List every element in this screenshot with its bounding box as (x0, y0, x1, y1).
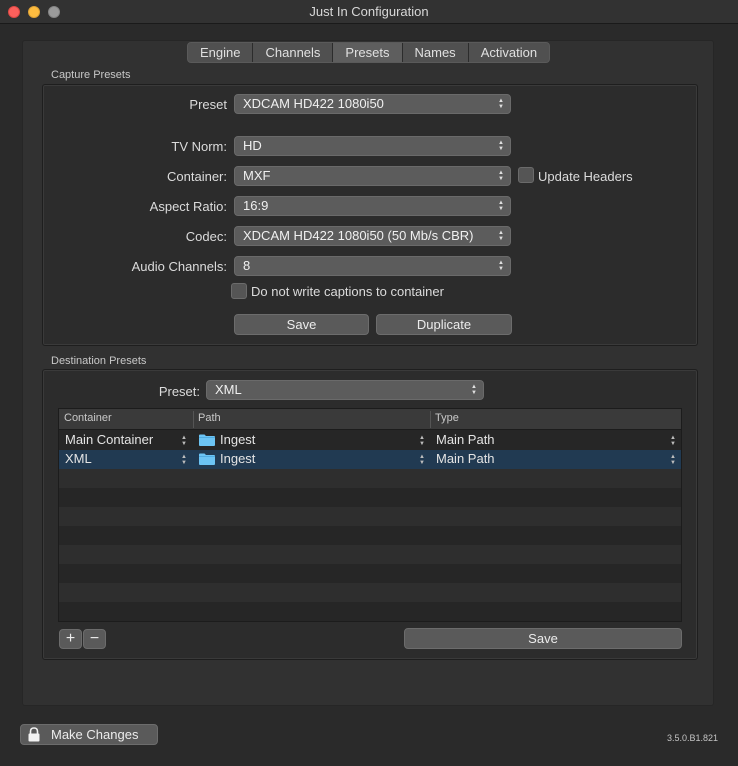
empty-row (59, 488, 681, 507)
preset-value: XDCAM HD422 1080i50 (243, 96, 384, 111)
destination-table: Container Path Type Main Container ▲ ▼ In… (58, 408, 682, 622)
empty-row (59, 545, 681, 564)
chevron-updown-icon: ▲ ▼ (670, 435, 676, 447)
chevron-updown-icon: ▲ ▼ (498, 260, 504, 272)
make-changes-button[interactable]: Make Changes (20, 724, 158, 745)
column-header-type[interactable]: Type (430, 412, 459, 424)
destination-save-button[interactable]: Save (404, 628, 682, 649)
tv-norm-value: HD (243, 138, 262, 153)
empty-row (59, 526, 681, 545)
container-cell[interactable]: Main Container (59, 432, 153, 447)
preset-popup[interactable]: XDCAM HD422 1080i50 ▲ ▼ (234, 94, 511, 114)
audio-channels-label: Audio Channels: (131, 259, 227, 274)
tv-norm-label: TV Norm: (171, 139, 227, 154)
tab-names[interactable]: Names (403, 43, 469, 62)
chevron-updown-icon: ▲ ▼ (419, 435, 425, 447)
chevron-updown-icon: ▲ ▼ (181, 454, 187, 466)
destination-preset-label: Preset: (158, 384, 200, 399)
aspect-ratio-popup[interactable]: 16:9 ▲ ▼ (234, 196, 511, 216)
make-changes-label: Make Changes (51, 727, 139, 742)
audio-channels-popup[interactable]: 8 ▲ ▼ (234, 256, 511, 276)
no-captions-label[interactable]: Do not write captions to container (251, 284, 444, 299)
destination-preset-popup[interactable]: XML ▲ ▼ (206, 380, 484, 400)
destination-preset-value: XML (215, 382, 242, 397)
empty-row (59, 602, 681, 621)
aspect-ratio-value: 16:9 (243, 198, 269, 213)
capture-presets-heading: Capture Presets (51, 69, 131, 81)
codec-popup[interactable]: XDCAM HD422 1080i50 (50 Mb/s CBR) ▲ ▼ (234, 226, 511, 246)
folder-icon (199, 434, 215, 446)
folder-icon (199, 453, 215, 465)
container-label: Container: (167, 169, 227, 184)
chevron-updown-icon: ▲ ▼ (181, 435, 187, 447)
aspect-ratio-label: Aspect Ratio: (149, 199, 227, 214)
capture-save-button[interactable]: Save (234, 314, 369, 335)
column-header-path[interactable]: Path (193, 412, 221, 424)
codec-label: Codec: (185, 229, 227, 244)
table-row[interactable]: Main Container ▲ ▼ Ingest ▲ ▼ Main Path ▲ ▼ (59, 431, 681, 450)
chevron-updown-icon: ▲ ▼ (670, 454, 676, 466)
tab-presets[interactable]: Presets (333, 43, 403, 62)
path-cell[interactable]: Ingest (214, 432, 255, 447)
empty-row (59, 564, 681, 583)
update-headers-label[interactable]: Update Headers (538, 169, 633, 184)
add-row-button[interactable]: + (59, 629, 82, 649)
tab-engine[interactable]: Engine (188, 43, 254, 62)
destination-presets-heading: Destination Presets (51, 355, 147, 367)
chevron-updown-icon: ▲ ▼ (498, 170, 504, 182)
update-headers-checkbox[interactable] (518, 167, 534, 183)
audio-channels-value: 8 (243, 258, 251, 273)
type-cell[interactable]: Main Path (430, 432, 495, 447)
type-cell[interactable]: Main Path (430, 451, 495, 466)
chevron-updown-icon: ▲ ▼ (471, 384, 477, 396)
container-value: MXF (243, 168, 271, 183)
chevron-updown-icon: ▲ ▼ (498, 230, 504, 242)
tab-channels[interactable]: Channels (253, 43, 334, 62)
empty-row (59, 469, 681, 488)
remove-row-button[interactable]: − (83, 629, 106, 649)
version-label: 3.5.0.B1.821 (666, 733, 718, 743)
title-bar: Just In Configuration (0, 0, 738, 24)
codec-value: XDCAM HD422 1080i50 (50 Mb/s CBR) (243, 228, 474, 243)
tab-bar: Engine Channels Presets Names Activation (187, 42, 551, 63)
chevron-updown-icon: ▲ ▼ (498, 140, 504, 152)
empty-row (59, 583, 681, 602)
chevron-updown-icon: ▲ ▼ (419, 454, 425, 466)
tv-norm-popup[interactable]: HD ▲ ▼ (234, 136, 511, 156)
container-cell[interactable]: XML (59, 451, 92, 466)
column-header-container[interactable]: Container (59, 412, 112, 424)
empty-row (59, 507, 681, 526)
lock-icon (28, 727, 40, 742)
table-header: Container Path Type (59, 409, 681, 430)
duplicate-button[interactable]: Duplicate (376, 314, 512, 335)
no-captions-checkbox[interactable] (231, 283, 247, 299)
table-row[interactable]: XML ▲ ▼ Ingest ▲ ▼ Main Path ▲ ▼ (59, 450, 681, 469)
chevron-updown-icon: ▲ ▼ (498, 200, 504, 212)
tab-activation[interactable]: Activation (469, 43, 549, 62)
chevron-updown-icon: ▲ ▼ (498, 98, 504, 110)
preset-label: Preset (189, 97, 227, 112)
path-cell[interactable]: Ingest (214, 451, 255, 466)
container-popup[interactable]: MXF ▲ ▼ (234, 166, 511, 186)
window-title: Just In Configuration (309, 4, 429, 19)
